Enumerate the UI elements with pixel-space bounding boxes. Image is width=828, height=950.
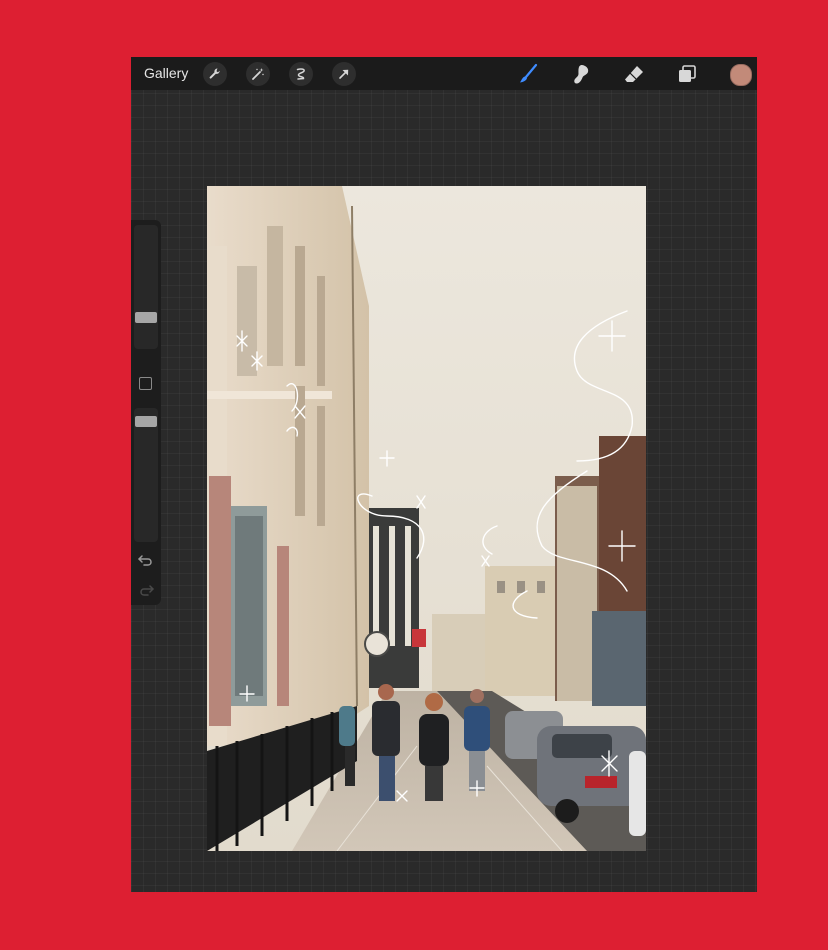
smudge-icon [574,65,589,84]
eraser-icon [625,66,643,82]
smudge-button[interactable] [569,62,593,86]
selection-icon [296,68,305,80]
modify-button[interactable] [139,377,152,390]
redo-icon[interactable] [136,582,156,600]
transform-button[interactable] [332,62,356,86]
wrench-icon [209,68,220,79]
procreate-app: Gallery [131,57,757,892]
brush-size-slider[interactable] [134,225,158,349]
layers-button[interactable] [675,62,699,86]
street-scene-photo [207,186,646,851]
opacity-slider[interactable] [134,408,158,542]
brush-button[interactable] [516,62,540,86]
adjustments-button[interactable] [246,62,270,86]
brush-size-thumb[interactable] [135,312,157,323]
color-picker-swatch[interactable] [730,64,752,86]
opacity-thumb[interactable] [135,416,157,427]
top-toolbar: Gallery [131,57,757,90]
actions-button[interactable] [203,62,227,86]
brush-icon [520,63,538,83]
magic-wand-icon [252,68,264,80]
selection-button[interactable] [289,62,313,86]
layers-icon [679,65,696,82]
gallery-button[interactable]: Gallery [144,65,188,81]
undo-icon[interactable] [136,552,156,570]
canvas-artwork[interactable] [207,186,646,851]
eraser-button[interactable] [622,62,646,86]
transform-arrow-icon [339,69,349,79]
side-toolbar [131,220,161,605]
